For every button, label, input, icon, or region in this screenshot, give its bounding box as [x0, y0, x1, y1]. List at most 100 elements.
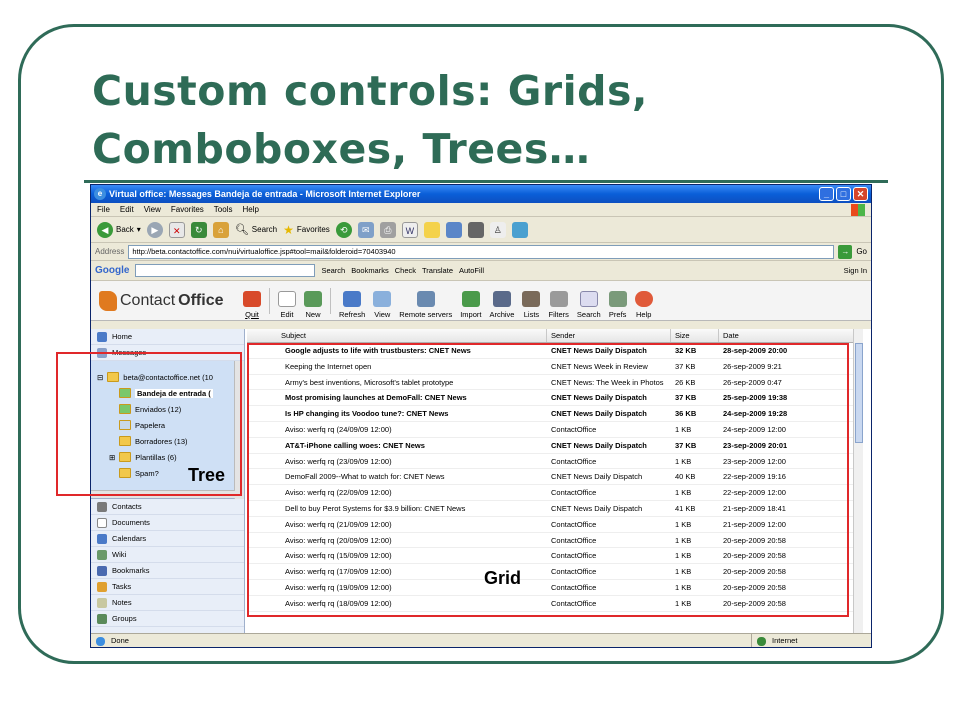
go-arrow-icon[interactable]: →: [838, 244, 853, 259]
word-icon[interactable]: W: [401, 221, 418, 238]
research-icon[interactable]: [467, 221, 484, 238]
window-titlebar[interactable]: e Virtual office: Messages Bandeja de en…: [91, 185, 871, 203]
print-icon[interactable]: ⎙: [379, 221, 396, 238]
toolbar-separator: [330, 287, 331, 314]
lists-button[interactable]: Lists: [518, 283, 544, 319]
google-check-button[interactable]: Check: [395, 266, 416, 275]
google-search-input[interactable]: [135, 264, 316, 277]
home-icon: [97, 331, 107, 342]
messenger-icon[interactable]: [445, 221, 462, 238]
sidebar-item-label: Documents: [112, 518, 150, 527]
standard-toolbar: ◀ Back ▾ ▶ ✕ ↻ ⌂ 🔍︎ Search ★ Favorites ⟲…: [91, 217, 871, 243]
status-done: Done: [91, 634, 751, 647]
menu-bar: File Edit View Favorites Tools Help: [91, 203, 871, 217]
google-autofill-button[interactable]: AutoFill: [459, 266, 484, 275]
sidebar-item-tasks[interactable]: Tasks: [91, 579, 244, 595]
column-header-size[interactable]: Size: [671, 329, 719, 342]
menu-file[interactable]: File: [97, 203, 110, 216]
address-input[interactable]: http://beta.contactoffice.com/nui/virtua…: [128, 244, 835, 259]
filters-label: Filters: [548, 309, 569, 319]
column-header-sender[interactable]: Sender: [547, 329, 671, 342]
edit-icon: [278, 290, 296, 307]
search-app-label: Search: [576, 309, 601, 319]
address-label: Address: [95, 247, 125, 256]
favorites-button[interactable]: ★ Favorites: [283, 223, 330, 237]
notes-icon[interactable]: [423, 221, 440, 238]
slide-title: Custom controls: Grids, Comboboxes, Tree…: [92, 62, 872, 178]
sidebar-item-documents[interactable]: Documents: [91, 515, 244, 531]
google-translate-button[interactable]: Translate: [422, 266, 453, 275]
contacts-icon: [97, 501, 107, 512]
logo-bold: Office: [178, 291, 224, 309]
edit-button[interactable]: Edit: [274, 283, 300, 319]
refresh-app-button[interactable]: Refresh: [335, 283, 369, 319]
column-header-date[interactable]: Date: [719, 329, 859, 342]
menu-view[interactable]: View: [144, 203, 161, 216]
prefs-button[interactable]: Prefs: [605, 283, 631, 319]
menu-tools[interactable]: Tools: [214, 203, 233, 216]
remote-servers-label: Remote servers: [399, 309, 453, 319]
stop-button[interactable]: ✕: [168, 221, 185, 238]
google-signin-button[interactable]: Sign In: [844, 266, 867, 275]
home-button[interactable]: ⌂: [212, 221, 229, 238]
sidebar-item-label: Groups: [112, 614, 137, 623]
quit-label: Quit: [245, 309, 259, 319]
quit-button[interactable]: Quit: [239, 283, 265, 319]
status-bar: Done Internet: [91, 633, 871, 647]
bookmark-icon: [97, 565, 107, 576]
remote-servers-button[interactable]: Remote servers: [395, 283, 456, 319]
search-button[interactable]: 🔍︎ Search: [235, 223, 277, 236]
mail-icon[interactable]: ✉: [357, 221, 374, 238]
notes-icon: [97, 597, 107, 608]
filters-button[interactable]: Filters: [544, 283, 572, 319]
forward-button[interactable]: ▶: [146, 221, 163, 238]
contactoffice-logo: Contact Office: [91, 290, 239, 311]
sidebar-item-label: Home: [112, 332, 133, 341]
sidebar-item-calendars[interactable]: Calendars: [91, 531, 244, 547]
grid-vertical-scrollbar[interactable]: [853, 329, 863, 633]
sidebar-item-label: Wiki: [112, 550, 127, 559]
menu-edit[interactable]: Edit: [120, 203, 134, 216]
toolbar-separator: [269, 287, 270, 314]
back-button[interactable]: ◀ Back ▾: [97, 221, 141, 238]
google-search-button[interactable]: Search: [321, 266, 345, 275]
maximize-button[interactable]: □: [836, 187, 851, 201]
status-zone: Internet: [751, 634, 871, 647]
close-button[interactable]: ✕: [853, 187, 868, 201]
sidebar-item-notes[interactable]: Notes: [91, 595, 244, 611]
menu-favorites[interactable]: Favorites: [171, 203, 204, 216]
favorites-label: Favorites: [296, 225, 330, 234]
view-icon: [373, 290, 392, 307]
refresh-button[interactable]: ↻: [190, 221, 207, 238]
help-label: Help: [635, 309, 652, 319]
plugin-icon[interactable]: [511, 221, 528, 238]
address-value: http://beta.contactoffice.com/nui/virtua…: [132, 246, 396, 256]
history-icon[interactable]: ⟲: [335, 221, 352, 238]
archive-icon: [492, 290, 511, 307]
minimize-button[interactable]: _: [819, 187, 834, 201]
logo-light: Contact: [120, 291, 176, 309]
search-app-button[interactable]: Search: [573, 283, 605, 319]
wiki-icon: [97, 549, 107, 560]
menu-help[interactable]: Help: [242, 203, 258, 216]
remote-servers-icon: [416, 290, 435, 307]
contactoffice-mark-icon: [99, 290, 117, 311]
sidebar-item-label: Notes: [112, 598, 132, 607]
person-icon[interactable]: ♙: [489, 221, 506, 238]
view-button[interactable]: View: [369, 283, 395, 319]
back-label: Back: [116, 225, 134, 234]
new-button[interactable]: New: [300, 283, 326, 319]
scrollbar-thumb[interactable]: [855, 343, 863, 443]
google-bookmarks-button[interactable]: Bookmarks: [351, 266, 389, 275]
sidebar-item-bookmarks[interactable]: Bookmarks: [91, 563, 244, 579]
sidebar-item-label: Contacts: [112, 502, 142, 511]
sidebar-item-home[interactable]: Home: [91, 329, 244, 345]
archive-button[interactable]: Archive: [485, 283, 518, 319]
sidebar-item-wiki[interactable]: Wiki: [91, 547, 244, 563]
import-button[interactable]: Import: [456, 283, 485, 319]
column-header-subject[interactable]: Subject: [247, 329, 547, 342]
help-button[interactable]: Help: [631, 283, 657, 319]
sidebar-item-groups[interactable]: Groups: [91, 611, 244, 627]
sidebar-item-contacts[interactable]: Contacts: [91, 499, 244, 515]
go-label[interactable]: Go: [856, 247, 867, 256]
